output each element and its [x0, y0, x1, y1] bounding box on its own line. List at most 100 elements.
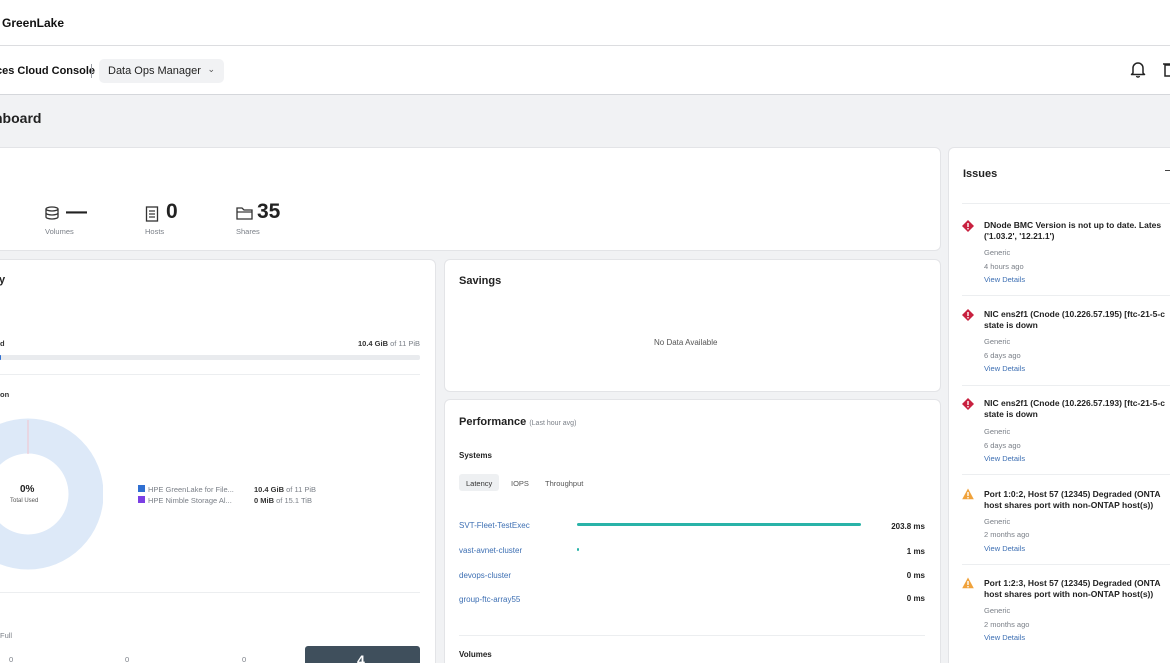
issue-title-line2: host shares port with non-ONTAP host(s)) [984, 589, 1154, 599]
legend-name-greenlake: HPE GreenLake for File... [148, 485, 234, 494]
server-icon [145, 206, 159, 222]
issue-title-line2: state is down [984, 320, 1038, 330]
issue-category: Generic [984, 337, 1011, 346]
issue-title-line1: DNode BMC Version is not up to date. Lat… [984, 220, 1162, 230]
used-label: d [0, 339, 5, 348]
highlight-tile[interactable]: 4 [305, 646, 420, 663]
summary-card [0, 147, 941, 251]
issue-category: Generic [984, 517, 1011, 526]
latency-bar [577, 523, 861, 526]
legend-total-greenlake: of 11 PiB [286, 485, 316, 494]
context-label: Data Ops Manager [108, 65, 201, 77]
perf-divider [459, 635, 925, 636]
hosts-count: 0 [166, 200, 178, 223]
issues-more[interactable] [1165, 170, 1170, 171]
tab-iops[interactable]: IOPS [511, 479, 529, 488]
issue-title-line2: host shares port with non-ONTAP host(s)) [984, 500, 1154, 510]
donut-caption: Total Used [10, 498, 39, 504]
database-icon [45, 206, 59, 220]
used-amount: 10.4 GiB [358, 339, 389, 348]
view-details-link[interactable]: View Details [984, 452, 1025, 465]
bell-icon[interactable] [1129, 60, 1147, 78]
warning-icon [962, 488, 974, 500]
page-title: hboard [0, 110, 42, 126]
view-details-link[interactable]: View Details [984, 631, 1025, 644]
view-details-link[interactable]: View Details [984, 273, 1025, 286]
issue-category: Generic [984, 606, 1011, 615]
donut-percent: 0% [20, 484, 35, 495]
performance-subtitle: (Last hour avg) [529, 420, 577, 427]
capacity-donut [0, 418, 103, 570]
volumes-label: Volumes [45, 227, 74, 236]
savings-title: Savings [459, 275, 502, 287]
issues-divider [962, 564, 1170, 565]
volumes-count: — [66, 200, 87, 223]
usage-bar-track [0, 355, 420, 360]
tab-throughput[interactable]: Throughput [545, 479, 583, 488]
issue-time: 6 days ago [984, 441, 1021, 450]
legend-swatch-greenlake [138, 485, 145, 492]
usage-bar-fill [0, 355, 1, 360]
bottom-count-3: 0 [242, 655, 247, 663]
performance-title: Performance (Last hour avg) [459, 416, 576, 428]
capacity-divider [0, 374, 420, 375]
issues-divider [962, 385, 1170, 386]
used-total: of 11 PiB [390, 339, 420, 348]
system-link[interactable]: vast-avnet-cluster [459, 546, 522, 555]
hosts-label: Hosts [145, 227, 165, 236]
savings-card [444, 259, 941, 392]
highlight-count: 4 [357, 652, 365, 663]
legend-name-nimble: HPE Nimble Storage Al... [148, 496, 232, 505]
issue-time: 4 hours ago [984, 262, 1024, 271]
trash-icon[interactable] [1163, 61, 1170, 77]
issue-title-line1: NIC ens2f1 (Cnode (10.226.57.193) [ftc-2… [984, 398, 1165, 408]
bottom-count-1: 0 [9, 655, 14, 663]
critical-icon [962, 220, 974, 232]
legend-swatch-nimble [138, 496, 145, 503]
capacity-divider-2 [0, 592, 420, 593]
issue-time: 6 days ago [984, 351, 1021, 360]
bottom-count-2: 0 [125, 655, 130, 663]
used-value: 10.4 GiB of 11 PiB [352, 339, 420, 348]
full-label: Full [0, 631, 13, 640]
legend-value-nimble: 0 MiB of 15.1 TiB [254, 496, 312, 505]
issues-divider [962, 203, 1170, 204]
latency-value: 0 ms [906, 594, 925, 603]
latency-value: 0 ms [906, 571, 925, 580]
issue-time: 2 months ago [984, 620, 1030, 629]
latency-bar [577, 548, 579, 551]
issue-title-line1: NIC ens2f1 (Cnode (10.226.57.195) [ftc-2… [984, 309, 1165, 319]
shares-count: 35 [257, 200, 281, 223]
nav-bar: ces Cloud Console Data Ops Manager ⌄ [0, 46, 1170, 95]
system-link[interactable]: SVT-Fleet-TestExec [459, 521, 530, 530]
legend-total-nimble: of 15.1 TiB [276, 496, 312, 505]
volumes-section-label: Volumes [459, 650, 492, 659]
system-link[interactable]: group-ftc-array55 [459, 595, 520, 604]
console-title[interactable]: ces Cloud Console [0, 65, 95, 77]
issues-divider [962, 295, 1170, 296]
brand-name[interactable]: GreenLake [2, 16, 64, 30]
legend-amount-greenlake: 10.4 GiB [254, 485, 285, 494]
view-details-link[interactable]: View Details [984, 542, 1025, 555]
legend-amount-nimble: 0 MiB [254, 496, 275, 505]
issue-title-line2: state is down [984, 409, 1038, 419]
context-selector[interactable]: Data Ops Manager ⌄ [99, 59, 224, 83]
view-details-link[interactable]: View Details [984, 362, 1025, 375]
systems-label: Systems [459, 451, 492, 460]
latency-value: 1 ms [906, 547, 925, 556]
chevron-down-icon: ⌄ [207, 64, 215, 74]
savings-empty: No Data Available [654, 338, 718, 347]
performance-card [444, 399, 941, 663]
tab-latency[interactable]: Latency [459, 474, 500, 491]
distribution-label: on [0, 390, 10, 399]
shares-label: Shares [236, 227, 260, 236]
issue-category: Generic [984, 427, 1011, 436]
issues-title: Issues [963, 168, 998, 180]
nav-separator [91, 64, 92, 78]
issue-title-line2: ('1.03.2', '12.21.1') [984, 231, 1055, 241]
issue-time: 2 months ago [984, 530, 1030, 539]
system-link[interactable]: devops-cluster [459, 571, 511, 580]
issue-title-line1: Port 1:0:2, Host 57 (12345) Degraded (ON… [984, 489, 1161, 499]
performance-title-text: Performance [459, 416, 527, 428]
critical-icon [962, 398, 974, 410]
